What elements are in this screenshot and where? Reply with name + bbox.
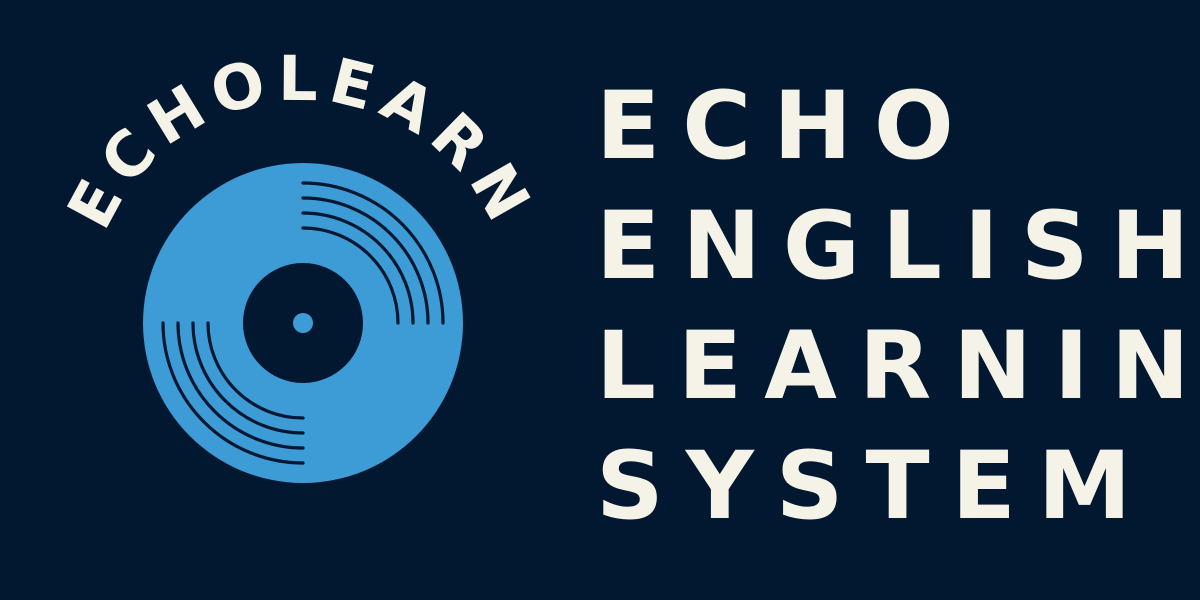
title-line-1: ECHO bbox=[596, 72, 976, 181]
banner: ECHOLEARN ECHO ENGLISH LEARNING SYSTEM bbox=[0, 0, 1200, 600]
title-block: ECHO ENGLISH LEARNING SYSTEM bbox=[596, 72, 1200, 534]
title-line-4: SYSTEM bbox=[596, 432, 1154, 541]
echolearn-logo: ECHOLEARN bbox=[53, 42, 540, 483]
vinyl-record-icon bbox=[143, 163, 463, 483]
title-line-2: ENGLISH bbox=[596, 192, 1200, 301]
title-line-3: LEARNING bbox=[596, 312, 1200, 421]
